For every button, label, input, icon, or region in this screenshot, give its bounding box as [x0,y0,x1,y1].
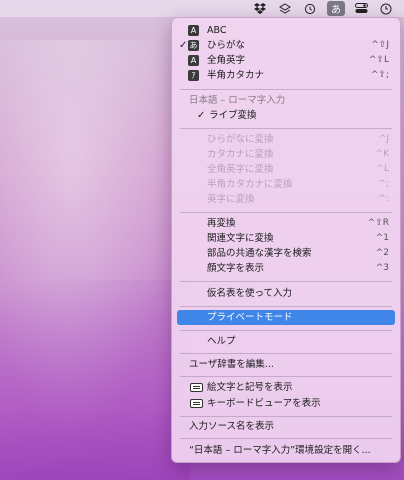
shortcut-label: ^3 [375,263,389,273]
menu-item-edit-dictionary[interactable]: ユーザ辞書を編集... [177,357,395,372]
menu-item-label: 再変換 [207,218,236,229]
menu-item-zenkaku-eiji[interactable]: A 全角英字 ^⇧L [177,53,395,68]
menu-item-label: プライベートモード [207,312,293,323]
dropbox-icon[interactable] [251,1,269,16]
menu-item-hankaku-katakana[interactable]: ｱ 半角カタカナ ^⇧; [177,68,395,83]
separator [180,89,392,90]
menu-item-abc[interactable]: A ABC [177,23,395,38]
separator [180,353,392,354]
menu-item-open-preferences[interactable]: “日本語 – ローマ字入力”環境設定を開く... [177,443,395,458]
menu-item-label: ライブ変換 [209,110,257,121]
menu-item-label: カタカナに変換 [207,149,274,160]
shortcut-label: ^; [378,179,389,189]
shortcut-label: ^⇧R [367,218,389,228]
menu-item-search-kanji[interactable]: 部品の共通な漢字を検索 ^2 [177,246,395,261]
menu-item-label: 部品の共通な漢字を検索 [207,248,312,259]
shortcut-label: ^K [375,149,389,159]
menu-item-label: 仮名表を使って入力 [207,288,293,299]
separator [180,376,392,377]
checkmark-icon: ✓ [197,110,206,121]
separator [180,330,392,331]
menu-item-label: 関連文字に変換 [207,233,274,244]
menu-item-to-eiji: 英字に変換 ^: [177,192,395,207]
menu-item-label: ひらがな [207,40,246,51]
shortcut-label: ^L [376,164,389,174]
menu-item-label: 全角英字に変換 [207,164,274,175]
separator [180,281,392,282]
menu-item-label: ユーザ辞書を編集... [189,359,274,370]
menu-item-label: 英字に変換 [207,194,255,205]
separator [180,212,392,213]
menu-item-hiragana[interactable]: ✓ あ ひらがな ^⇧J [177,38,395,53]
menu-item-to-hiragana: ひらがなに変換 ^J [177,132,395,147]
menu-item-keyboard-viewer[interactable]: キーボードビューアを表示 [177,396,395,411]
menu-item-show-source-name[interactable]: 入力ソース名を表示 [177,419,395,434]
menu-item-label: 絵文字と記号を表示 [207,382,293,393]
separator [180,438,392,439]
wallpaper-shadow [0,280,190,480]
shortcut-label: ^: [378,194,389,204]
menu-item-private-mode[interactable]: プライベートモード [177,310,395,325]
shortcut-label: ^⇧L [368,55,389,65]
input-method-menu: A ABC ✓ あ ひらがな ^⇧J A 全角英字 ^⇧L ｱ 半角カタカナ ^… [171,17,401,463]
separator [180,128,392,129]
shortcut-label: ^J [378,134,389,144]
checkmark-icon: ✓ [179,40,188,51]
section-header: 日本語 – ローマ字入力 [177,93,395,108]
menu-item-label: ABC [207,25,227,36]
menu-item-related-chars[interactable]: 関連文字に変換 ^1 [177,231,395,246]
menu-item-help[interactable]: ヘルプ [177,334,395,349]
katakana-a-icon: ｱ [188,70,199,81]
menu-item-emoticon[interactable]: 顔文字を表示 ^3 [177,261,395,276]
menu-item-emoji-symbols[interactable]: 絵文字と記号を表示 [177,380,395,395]
abc-a-icon: A [188,25,199,36]
input-method-icon[interactable]: あ [327,1,345,16]
menu-item-label: ひらがなに変換 [207,134,274,145]
clock-history-icon[interactable] [301,1,319,16]
menu-item-label: キーボードビューアを表示 [207,398,321,409]
control-center-icon[interactable] [352,1,370,16]
menu-item-live-conversion[interactable]: ✓ ライブ変換 [177,108,395,123]
layers-icon[interactable] [276,1,294,16]
section-header-label: 日本語 – ローマ字入力 [189,95,286,106]
menu-bar: あ [0,0,404,17]
menu-item-kana-table[interactable]: 仮名表を使って入力 [177,286,395,301]
separator [180,416,392,417]
emoji-palette-icon [190,383,203,392]
menu-item-label: 入力ソース名を表示 [189,421,275,432]
menu-item-to-katakana: カタカナに変換 ^K [177,147,395,162]
shortcut-label: ^⇧J [371,40,389,50]
separator [180,306,392,307]
menu-item-label: 半角カタカナに変換 [207,179,293,190]
menu-item-label: ヘルプ [207,336,236,347]
shortcut-label: ^2 [375,248,389,258]
menu-item-label: 顔文字を表示 [207,263,265,274]
hiragana-a-icon: あ [188,40,199,51]
clock-icon[interactable] [377,1,395,16]
menu-item-to-hankaku-katakana: 半角カタカナに変換 ^; [177,177,395,192]
menu-item-label: 全角英字 [207,55,246,66]
input-method-glyph: あ [331,5,341,16]
menu-item-label: 半角カタカナ [207,70,265,81]
shortcut-label: ^1 [375,233,389,243]
shortcut-label: ^⇧; [370,70,389,80]
menu-item-label: “日本語 – ローマ字入力”環境設定を開く... [189,445,371,456]
zenkaku-a-icon: A [188,55,199,66]
menu-item-reconvert[interactable]: 再変換 ^⇧R [177,216,395,231]
keyboard-icon [190,399,203,408]
menu-item-to-zenkaku-eiji: 全角英字に変換 ^L [177,162,395,177]
